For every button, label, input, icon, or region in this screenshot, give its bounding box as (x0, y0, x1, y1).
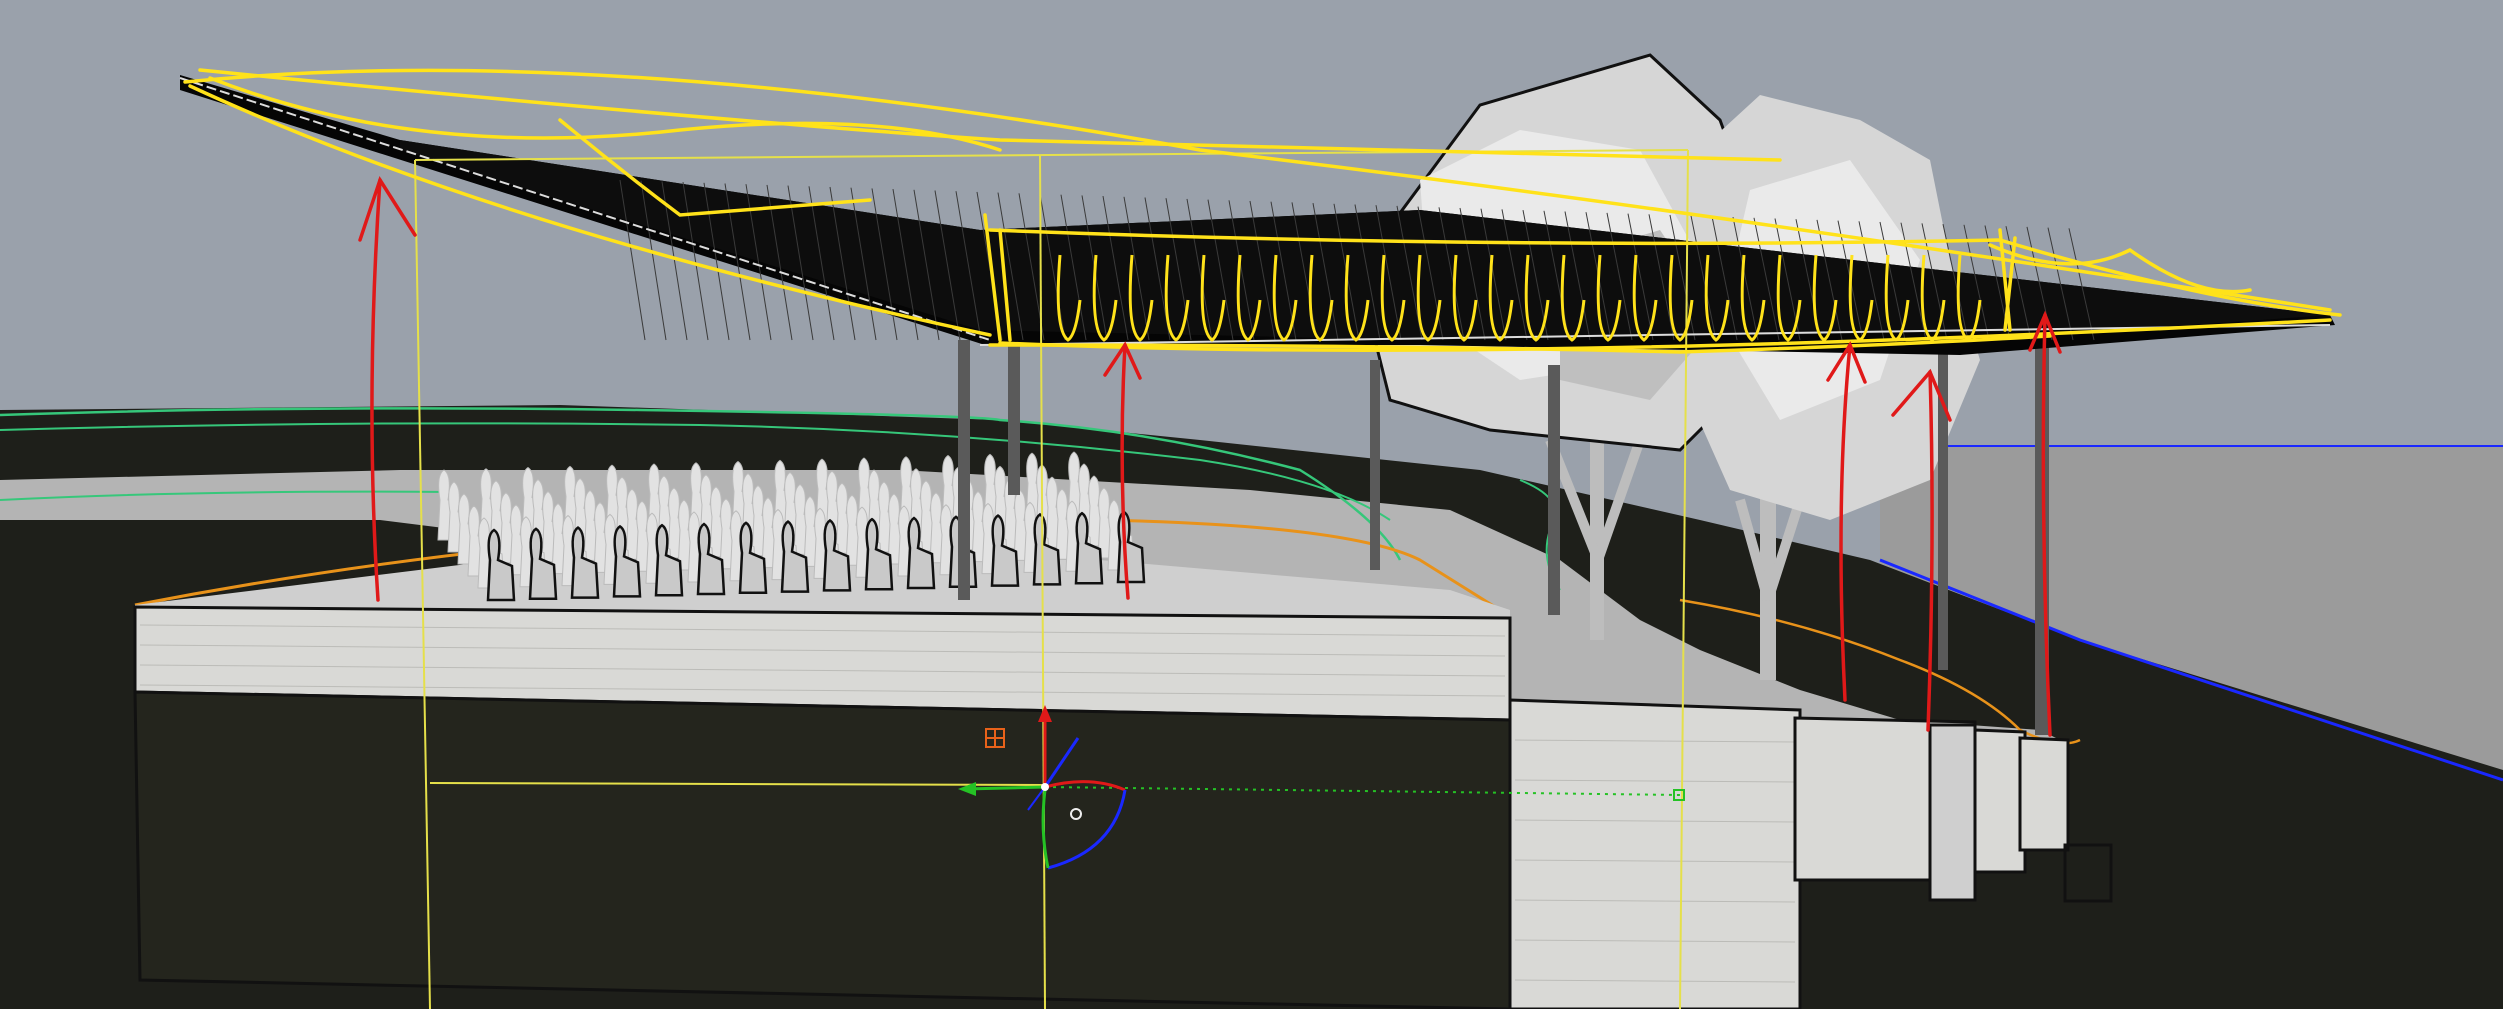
y-axis-arrow[interactable] (964, 785, 1046, 791)
scene-canvas[interactable] (0, 0, 2503, 1009)
stair-step[interactable] (1928, 723, 1977, 902)
gizmo-origin[interactable] (1041, 783, 1049, 791)
canopy-column[interactable] (1548, 365, 1560, 615)
3d-viewport[interactable] (0, 0, 2503, 1009)
canopy-column[interactable] (1370, 360, 1380, 570)
canopy-column[interactable] (958, 340, 970, 600)
stair-step[interactable] (2018, 736, 2070, 852)
stair-step[interactable] (1973, 728, 2027, 874)
platform-wall (133, 690, 1512, 1009)
canopy-column[interactable] (1008, 345, 1020, 495)
stair-steps[interactable] (1508, 698, 1802, 1009)
